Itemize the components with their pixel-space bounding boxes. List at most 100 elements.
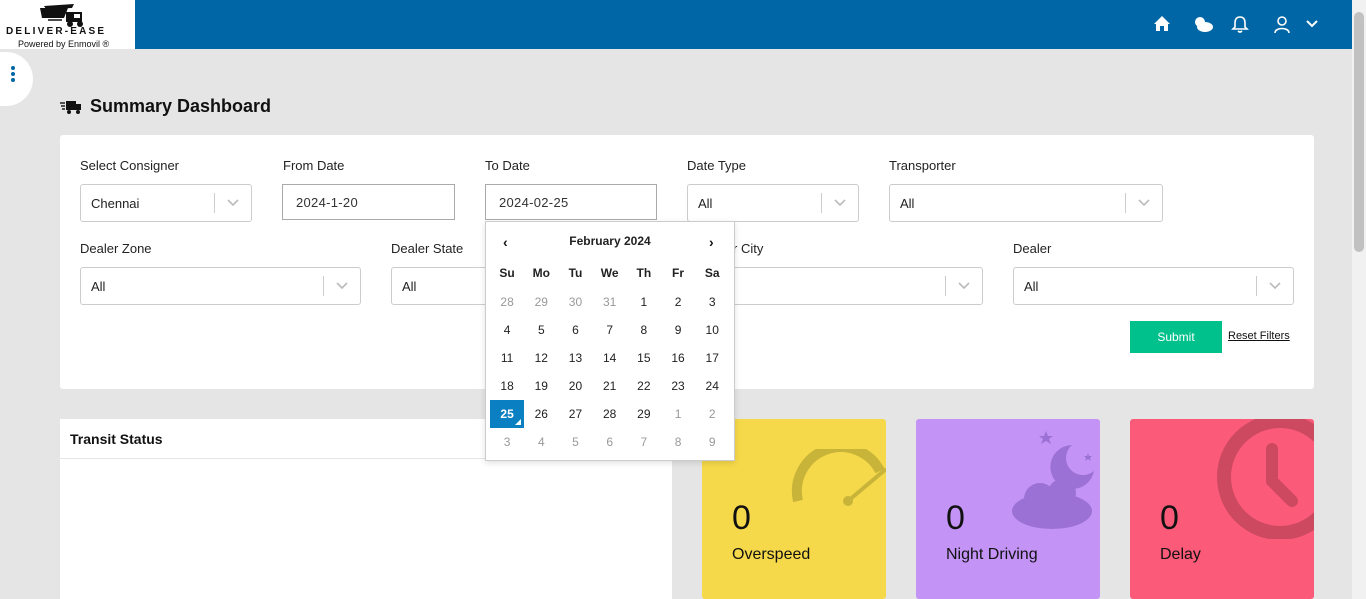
- calendar-day[interactable]: 18: [490, 372, 524, 400]
- calendar-day[interactable]: 29: [627, 400, 661, 428]
- from-date-value: 2024-1-20: [296, 195, 358, 210]
- calendar-day[interactable]: 4: [490, 316, 524, 344]
- calendar-weekday: Th: [636, 266, 652, 280]
- calendar-weekday: Su: [499, 266, 515, 280]
- next-month-button[interactable]: ›: [709, 234, 714, 250]
- chevron-down-icon[interactable]: [1137, 195, 1151, 209]
- calendar-day[interactable]: 7: [627, 428, 661, 456]
- from-date-input[interactable]: 2024-1-20: [282, 184, 455, 220]
- calendar-day[interactable]: 6: [593, 428, 627, 456]
- calendar-day[interactable]: 13: [558, 344, 592, 372]
- bell-icon[interactable]: [1231, 15, 1249, 34]
- night-driving-card[interactable]: 0 Night Driving: [916, 419, 1100, 599]
- calendar-header: ‹ February 2024 ›: [486, 234, 734, 254]
- calendar-day[interactable]: 14: [593, 344, 627, 372]
- chevron-down-icon[interactable]: [335, 278, 349, 292]
- submit-button[interactable]: Submit: [1130, 321, 1222, 353]
- calendar-day[interactable]: 8: [627, 316, 661, 344]
- chevron-down-icon[interactable]: [1305, 19, 1319, 29]
- calendar-day[interactable]: 28: [593, 400, 627, 428]
- brand-name: DELIVER-EASE: [6, 26, 107, 37]
- night-driving-count: 0: [946, 499, 965, 537]
- dealer-city-select[interactable]: [702, 267, 983, 305]
- top-navbar: DELIVER-EASE Powered by Enmovil ®: [0, 0, 1352, 49]
- user-icon[interactable]: [1273, 15, 1291, 34]
- calendar-day[interactable]: 1: [627, 288, 661, 316]
- chevron-down-icon[interactable]: [833, 195, 847, 209]
- calendar-day[interactable]: 3: [695, 288, 729, 316]
- speedometer-icon: [791, 449, 886, 506]
- brand-logo[interactable]: DELIVER-EASE Powered by Enmovil ®: [0, 0, 135, 49]
- calendar-day[interactable]: 19: [524, 372, 558, 400]
- date-picker-popup: ‹ February 2024 › Su Mo Tu We Th Fr Sa 28 29 30 3…: [485, 221, 735, 461]
- consigner-select[interactable]: Chennai: [80, 184, 252, 222]
- calendar-day[interactable]: 9: [695, 428, 729, 456]
- dealer-value: All: [1024, 279, 1039, 294]
- page-scrollbar[interactable]: [1352, 0, 1366, 599]
- calendar-day[interactable]: 20: [558, 372, 592, 400]
- more-dot: [11, 72, 15, 76]
- calendar-day[interactable]: 11: [490, 344, 524, 372]
- home-icon[interactable]: [1153, 15, 1171, 33]
- transporter-label: Transporter: [889, 158, 956, 173]
- calendar-day[interactable]: 2: [695, 400, 729, 428]
- calendar-day[interactable]: 30: [558, 288, 592, 316]
- calendar-days-grid: 28 29 30 31 1 2 3 4 5 6 7 8 9 10 11 12 13 14 15 16 17 18 19 20 2…: [490, 288, 729, 456]
- transporter-select[interactable]: All: [889, 184, 1163, 222]
- calendar-day[interactable]: 6: [558, 316, 592, 344]
- calendar-day[interactable]: 29: [524, 288, 558, 316]
- consigner-label: Select Consigner: [80, 158, 179, 173]
- calendar-day[interactable]: 22: [627, 372, 661, 400]
- calendar-day[interactable]: 12: [524, 344, 558, 372]
- scrollbar-thumb[interactable]: [1354, 12, 1364, 252]
- transporter-value: All: [900, 196, 915, 211]
- dealer-select[interactable]: All: [1013, 267, 1294, 305]
- to-date-value: 2024-02-25: [499, 195, 569, 210]
- calendar-day[interactable]: 2: [661, 288, 695, 316]
- calendar-day[interactable]: 1: [661, 400, 695, 428]
- calendar-day[interactable]: 31: [593, 288, 627, 316]
- calendar-day[interactable]: 15: [627, 344, 661, 372]
- calendar-day[interactable]: 5: [524, 316, 558, 344]
- calendar-day[interactable]: 5: [558, 428, 592, 456]
- delay-label: Delay: [1160, 546, 1201, 563]
- more-dot: [11, 78, 15, 82]
- chevron-down-icon[interactable]: [957, 278, 971, 292]
- calendar-day[interactable]: 21: [593, 372, 627, 400]
- calendar-month-title[interactable]: February 2024: [486, 234, 734, 248]
- weather-icon[interactable]: [1192, 15, 1214, 33]
- calendar-day[interactable]: 28: [490, 288, 524, 316]
- calendar-day[interactable]: 4: [524, 428, 558, 456]
- page-title-text: Summary Dashboard: [90, 96, 272, 116]
- select-separator: [1125, 193, 1126, 213]
- calendar-day[interactable]: 7: [593, 316, 627, 344]
- select-separator: [945, 276, 946, 296]
- overspeed-count: 0: [732, 499, 751, 537]
- calendar-day[interactable]: 23: [661, 372, 695, 400]
- clock-icon: [1217, 419, 1314, 539]
- calendar-day[interactable]: 24: [695, 372, 729, 400]
- calendar-day[interactable]: 17: [695, 344, 729, 372]
- reset-filters-link[interactable]: Reset Filters: [1228, 330, 1290, 342]
- calendar-day[interactable]: 8: [661, 428, 695, 456]
- dealer-zone-select[interactable]: All: [80, 267, 361, 305]
- calendar-day[interactable]: 9: [661, 316, 695, 344]
- calendar-weekday: Tu: [568, 266, 583, 280]
- calendar-day[interactable]: 10: [695, 316, 729, 344]
- calendar-day[interactable]: 16: [661, 344, 695, 372]
- calendar-day[interactable]: 26: [524, 400, 558, 428]
- chevron-down-icon[interactable]: [226, 195, 240, 209]
- date-type-value: All: [698, 196, 713, 211]
- calendar-day[interactable]: 3: [490, 428, 524, 456]
- to-date-input[interactable]: 2024-02-25: [485, 184, 657, 220]
- calendar-weekday: Mo: [532, 266, 550, 280]
- calendar-day-selected[interactable]: 25: [490, 400, 525, 428]
- calendar-day[interactable]: 27: [558, 400, 592, 428]
- calendar-weekday: We: [600, 266, 619, 280]
- calendar-weekdays: Su Mo Tu We Th Fr Sa: [490, 266, 729, 280]
- delay-card[interactable]: 0 Delay: [1130, 419, 1314, 599]
- select-separator: [1256, 276, 1257, 296]
- chevron-down-icon[interactable]: [1268, 278, 1282, 292]
- sidebar-toggle[interactable]: [0, 52, 33, 106]
- date-type-select[interactable]: All: [687, 184, 859, 222]
